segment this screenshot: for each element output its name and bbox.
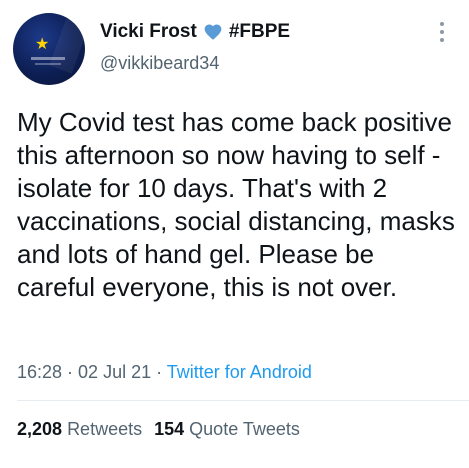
blue-heart-icon (204, 24, 222, 40)
tweet-meta: 16:28 · 02 Jul 21 · Twitter for Android (17, 362, 312, 383)
divider (17, 400, 469, 401)
retweets-stat[interactable]: 2,208 Retweets (17, 419, 142, 439)
tweet-source-link[interactable]: Twitter for Android (167, 362, 312, 382)
meta-separator: · (62, 362, 79, 382)
tweet-text: My Covid test has come back positive thi… (17, 107, 455, 302)
author-name-row[interactable]: Vicki Frost #FBPE (100, 18, 290, 46)
name-hashtag: #FBPE (228, 21, 291, 42)
eu-star-icon: ★ (35, 36, 50, 53)
quote-tweets-count: 154 (154, 419, 185, 439)
retweets-label: Retweets (67, 419, 143, 439)
tweet-card: ★ Vicki Frost #FBPE @vikkibeard34 My Cov… (0, 0, 469, 468)
avatar[interactable]: ★ (13, 13, 85, 85)
meta-separator: · (151, 362, 167, 382)
tweet-date[interactable]: 02 Jul 21 (78, 362, 151, 382)
avatar-decoration (35, 63, 61, 65)
tweet-time[interactable]: 16:28 (17, 362, 62, 382)
quote-tweets-label: Quote Tweets (189, 419, 300, 439)
retweets-count: 2,208 (17, 419, 63, 439)
more-vertical-icon[interactable] (436, 22, 448, 46)
quote-tweets-stat[interactable]: 154 Quote Tweets (154, 419, 300, 439)
avatar-shine (49, 18, 85, 74)
tweet-stats: 2,208 Retweets 154 Quote Tweets (17, 419, 300, 440)
display-name: Vicki Frost (100, 21, 197, 42)
author-handle[interactable]: @vikkibeard34 (100, 53, 219, 74)
avatar-decoration (31, 57, 65, 60)
